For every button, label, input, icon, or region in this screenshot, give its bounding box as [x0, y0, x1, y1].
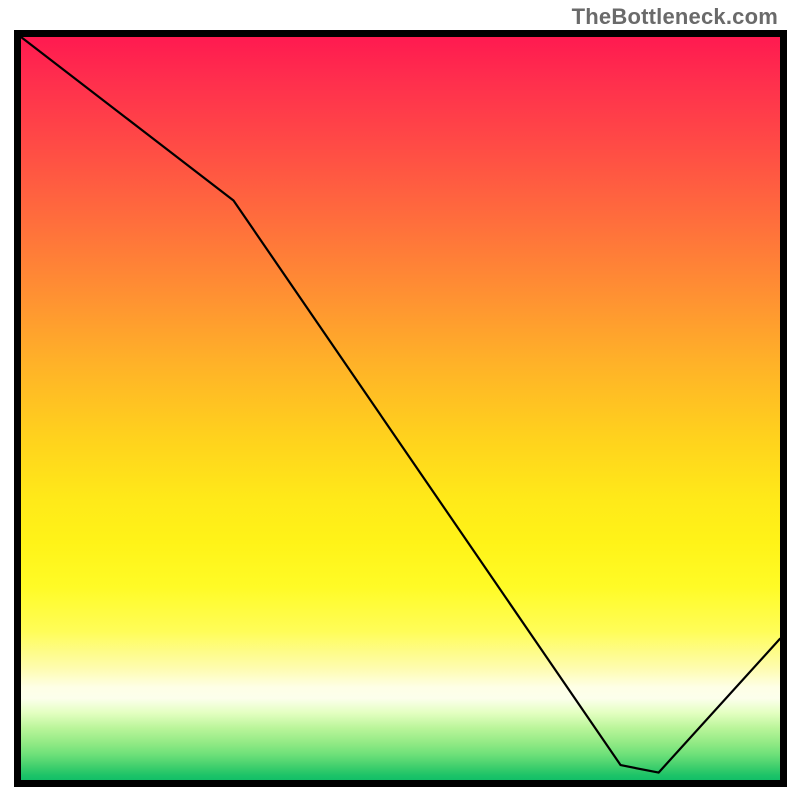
chart-line-layer — [21, 37, 780, 780]
chart-stage: TheBottleneck.com — [0, 0, 800, 800]
data-curve — [21, 37, 780, 773]
plot-area — [14, 30, 787, 787]
watermark-text: TheBottleneck.com — [572, 4, 778, 30]
